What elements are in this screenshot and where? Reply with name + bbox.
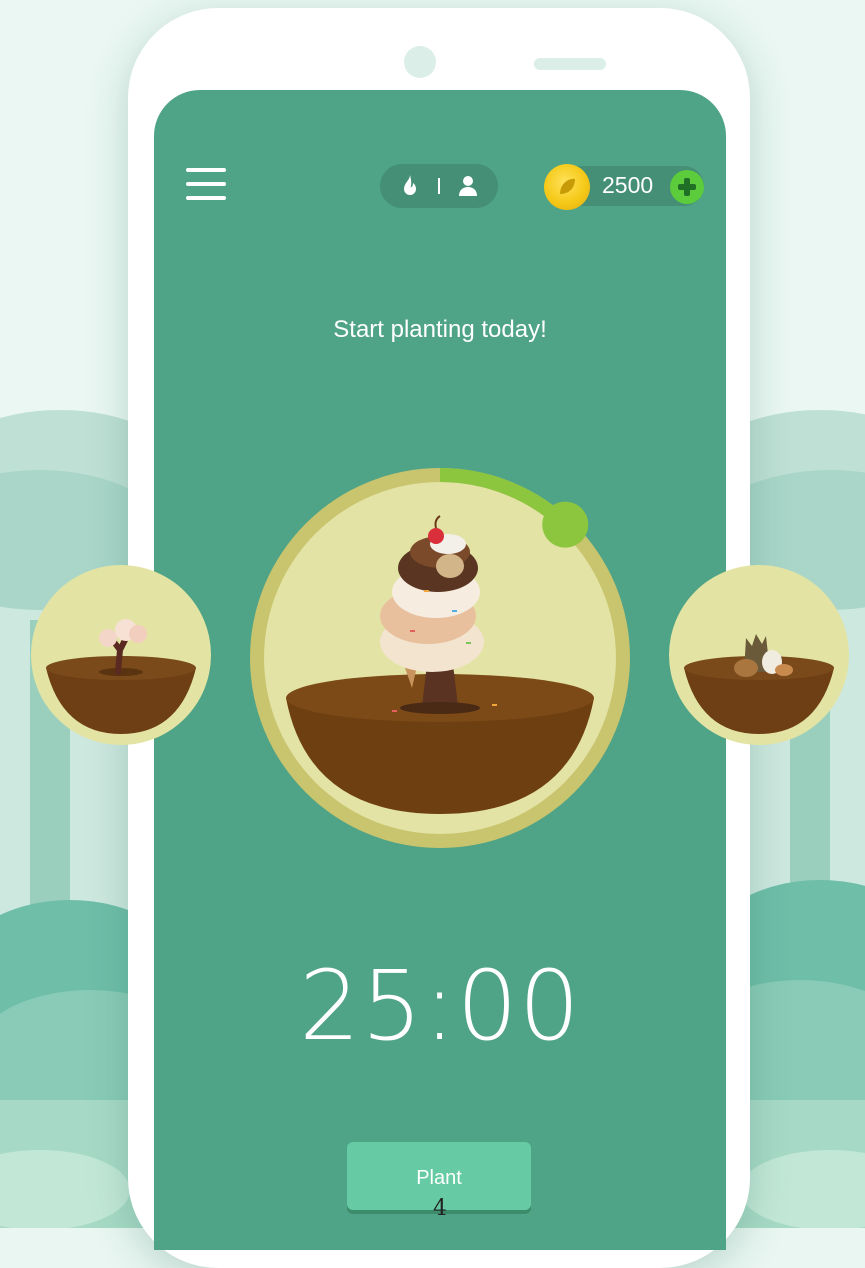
front-camera: [404, 46, 436, 78]
page-number: 4: [433, 1196, 447, 1221]
mode-divider: [438, 178, 440, 194]
tree-option-left[interactable]: [30, 564, 212, 746]
earpiece-speaker: [534, 58, 606, 70]
coin-count: 2500: [602, 172, 654, 198]
coin-icon: [544, 164, 590, 210]
coin-leaf-icon: [560, 178, 575, 194]
flame-icon[interactable]: [396, 172, 424, 200]
person-icon[interactable]: [454, 172, 482, 200]
page-title: Start planting today!: [333, 316, 547, 343]
tree-growth-dial[interactable]: [242, 460, 638, 856]
tree-option-right[interactable]: [668, 564, 850, 746]
progress-handle[interactable]: [542, 501, 589, 548]
mode-toggle[interactable]: [380, 164, 498, 208]
countdown-timer: 25:00: [299, 950, 581, 1062]
add-coins-button[interactable]: [670, 170, 704, 204]
hamburger-icon[interactable]: [186, 168, 228, 204]
